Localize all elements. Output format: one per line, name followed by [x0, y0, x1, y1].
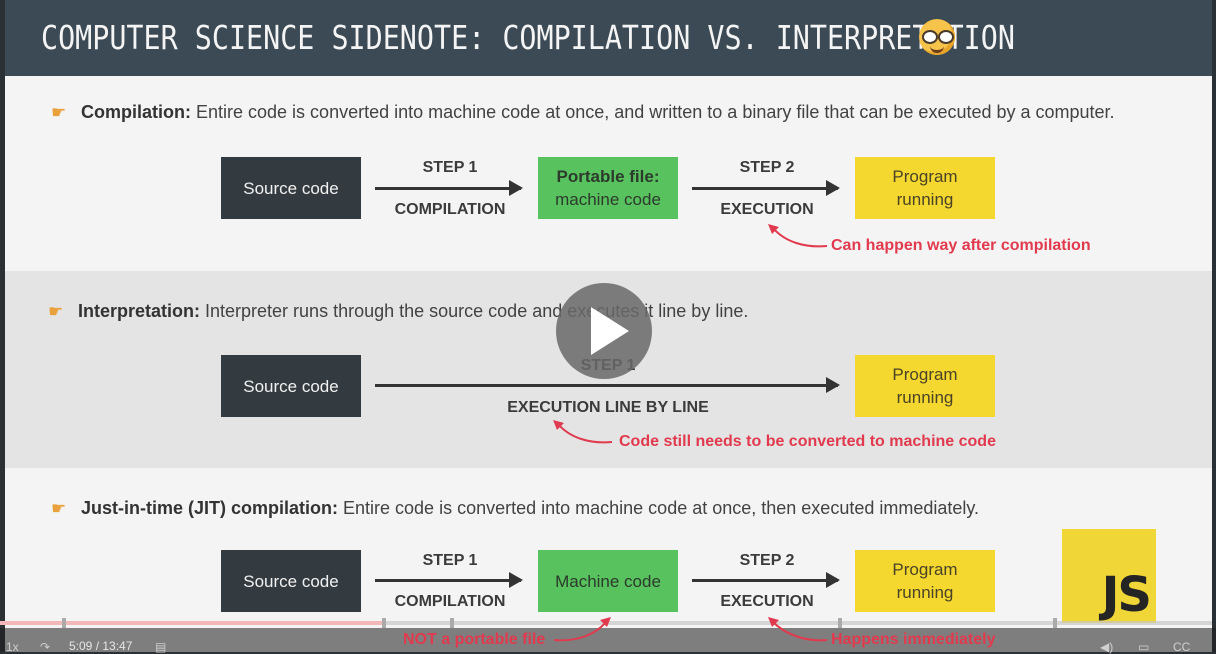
- annotation-note: Code still needs to be converted to mach…: [619, 433, 996, 450]
- chapter-marker[interactable]: [450, 618, 454, 628]
- curved-arrow-icon: [768, 617, 828, 642]
- chapter-marker[interactable]: [382, 618, 386, 628]
- portable-file-sub: machine code: [555, 190, 661, 209]
- chapter-marker[interactable]: [838, 618, 842, 628]
- curved-arrow-icon: [768, 224, 828, 248]
- program-running-box: Program running: [855, 550, 995, 612]
- execution-label: EXECUTION: [720, 593, 814, 610]
- compilation-bullet: ☛ Compilation: Entire code is converted i…: [51, 99, 1115, 125]
- pointing-hand-icon: ☛: [48, 302, 64, 321]
- source-code-box: Source code: [221, 157, 361, 219]
- compilation-desc: Entire code is converted into machine co…: [191, 102, 1115, 122]
- machine-code-box: Machine code: [538, 550, 678, 612]
- interpretation-desc: Interpreter runs through the source code…: [200, 301, 749, 321]
- js-logo: JS: [1062, 529, 1156, 623]
- program-running-box: Program running: [855, 157, 995, 219]
- arrow: [692, 180, 840, 196]
- jit-term: Just-in-time (JIT) compilation:: [81, 498, 339, 518]
- program-running-box: Program running: [855, 355, 995, 417]
- jit-desc: Entire code is converted into machine co…: [338, 498, 980, 518]
- program-line1: Program: [892, 365, 958, 384]
- annotation-note: NOT a portable file: [403, 631, 546, 648]
- arrow: [375, 180, 523, 196]
- program-line2: running: [896, 583, 954, 602]
- portable-file-title: Portable file:: [556, 167, 660, 186]
- curved-arrow-icon: [553, 420, 613, 444]
- interpretation-term: Interpretation:: [78, 301, 201, 321]
- compilation-term: Compilation:: [81, 102, 191, 122]
- step1-label: STEP 1: [422, 159, 478, 176]
- step2-label: STEP 2: [739, 552, 795, 569]
- arrow: [375, 572, 523, 588]
- source-code-box: Source code: [221, 550, 361, 612]
- portable-file-box: Portable file: machine code: [538, 157, 678, 219]
- execution-line-label: EXECUTION LINE BY LINE: [507, 399, 709, 416]
- source-code-box: Source code: [221, 355, 361, 417]
- annotation-note: Happens immediately: [831, 631, 996, 648]
- annotation-note: Can happen way after compilation: [831, 237, 1091, 254]
- program-line1: Program: [892, 560, 958, 579]
- arrow: [375, 377, 840, 393]
- pointing-hand-icon: ☛: [51, 499, 67, 518]
- play-button[interactable]: [556, 283, 652, 379]
- pointing-hand-icon: ☛: [51, 103, 67, 122]
- slide-title: COMPUTER SCIENCE SIDENOTE: COMPILATION V…: [41, 18, 1015, 57]
- chapter-marker[interactable]: [62, 618, 66, 628]
- nerd-face-icon: [919, 19, 955, 55]
- time-display: 5:09 / 13:47: [69, 639, 133, 653]
- step1-label: STEP 1: [422, 552, 478, 569]
- compilation-label: COMPILATION: [394, 201, 506, 218]
- execution-label: EXECUTION: [720, 201, 814, 218]
- program-line1: Program: [892, 167, 958, 186]
- jit-bullet: ☛ Just-in-time (JIT) compilation: Entire …: [51, 495, 979, 521]
- program-line2: running: [896, 190, 954, 209]
- progress-bar-fill: [0, 621, 386, 625]
- program-line2: running: [896, 388, 954, 407]
- slide-header: COMPUTER SCIENCE SIDENOTE: COMPILATION V…: [5, 0, 1212, 76]
- step2-label: STEP 2: [739, 159, 795, 176]
- js-logo-text: JS: [1101, 567, 1152, 623]
- arrow: [692, 572, 840, 588]
- compilation-label: COMPILATION: [394, 593, 506, 610]
- curved-arrow-icon: [553, 617, 611, 642]
- chapter-marker[interactable]: [1053, 618, 1057, 628]
